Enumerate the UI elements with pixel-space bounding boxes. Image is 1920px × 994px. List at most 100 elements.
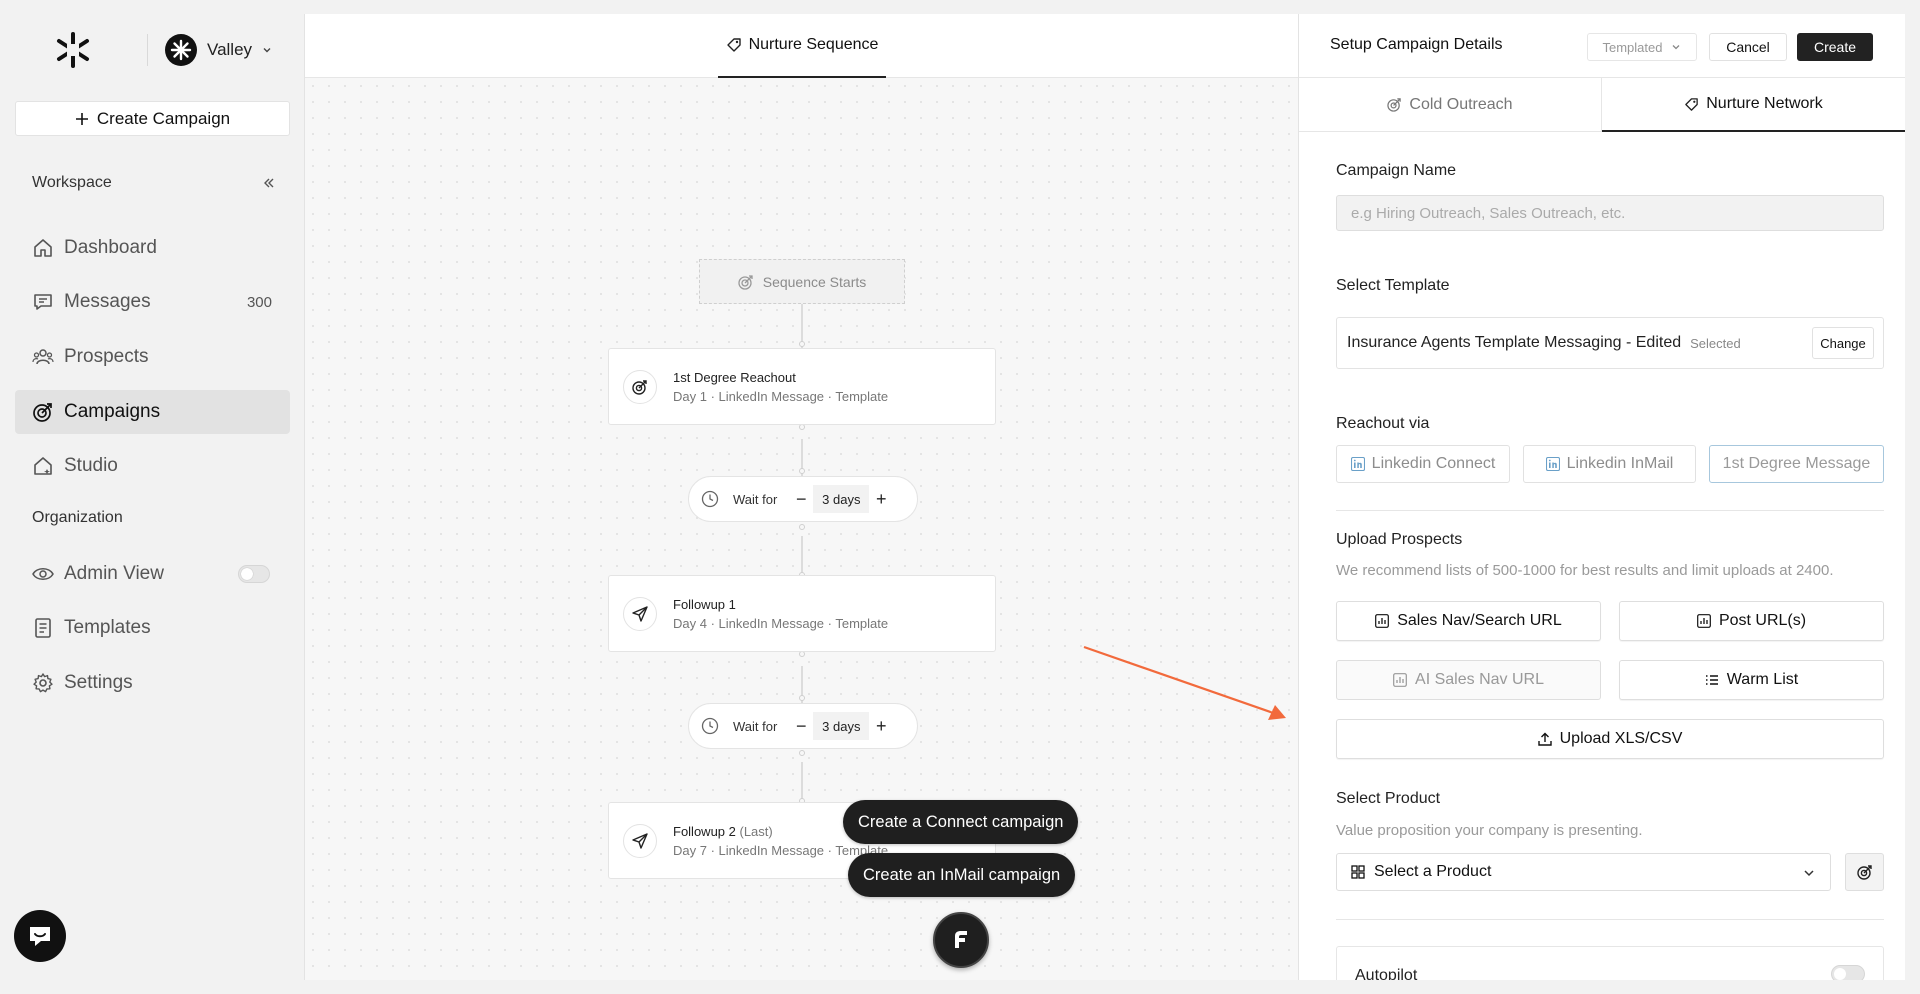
select-product-hint: Value proposition your company is presen… xyxy=(1336,822,1643,839)
chart-icon xyxy=(1697,614,1711,628)
app-logo-icon[interactable] xyxy=(54,31,92,69)
campaign-type-tabs: Cold Outreach Nurture Network xyxy=(1299,78,1905,132)
tab-nurture-sequence[interactable]: Nurture Sequence xyxy=(718,14,886,78)
admin-view-toggle[interactable] xyxy=(238,565,270,583)
sales-nav-search-url-button[interactable]: Sales Nav/Search URL xyxy=(1336,601,1601,641)
home-icon xyxy=(34,239,52,257)
canvas-tab-label: Nurture Sequence xyxy=(748,36,879,53)
sidebar-item-prospects[interactable]: Prospects xyxy=(15,335,290,379)
button-label: Post URL(s) xyxy=(1718,612,1807,629)
connector-dot xyxy=(799,750,805,756)
wait-step: Wait for − 3 days + xyxy=(688,703,918,749)
step-card[interactable]: 1st Degree Reachout Day 1 · LinkedIn Mes… xyxy=(608,348,996,425)
reachout-1st-degree-message[interactable]: 1st Degree Message xyxy=(1709,445,1884,483)
sidebar-item-admin-view[interactable]: Admin View xyxy=(15,552,290,596)
wait-days-value[interactable]: 3 days xyxy=(813,485,870,513)
sidebar-item-templates[interactable]: Templates xyxy=(15,606,290,650)
sidebar-item-label: Admin View xyxy=(64,563,164,584)
create-inmail-campaign-button[interactable]: Create an InMail campaign xyxy=(848,853,1076,897)
sequence-start-label: Sequence Starts xyxy=(762,273,867,290)
sidebar-item-messages[interactable]: Messages 300 xyxy=(15,280,290,324)
chevron-down-icon xyxy=(1804,870,1814,877)
ai-sales-nav-url-button[interactable]: AI Sales Nav URL xyxy=(1336,660,1601,700)
sequence-start-node[interactable]: Sequence Starts xyxy=(699,259,905,304)
reachout-linkedin-connect[interactable]: Linkedin Connect xyxy=(1336,445,1510,483)
canvas-header: Nurture Sequence xyxy=(305,14,1298,78)
organization-label: Organization xyxy=(32,509,123,526)
autopilot-toggle[interactable] xyxy=(1831,965,1865,980)
app-mark-icon xyxy=(955,931,967,948)
tag-icon xyxy=(1685,97,1699,111)
sidebar-item-label: Messages xyxy=(64,291,151,312)
sidebar: Valley Create Campaign Workspace Dashboa… xyxy=(0,0,304,994)
increase-days-button[interactable]: + xyxy=(869,711,893,741)
logo-divider xyxy=(147,34,148,66)
plus-icon xyxy=(75,112,88,125)
support-chat-button[interactable] xyxy=(14,910,66,962)
org-switcher[interactable]: Valley xyxy=(165,33,272,67)
template-mode-select[interactable]: Templated xyxy=(1587,33,1697,61)
org-avatar xyxy=(165,34,197,66)
quick-create-fab[interactable] xyxy=(933,912,989,968)
upload-xls-csv-button[interactable]: Upload XLS/CSV xyxy=(1336,719,1884,759)
wait-days-value[interactable]: 3 days xyxy=(813,712,870,740)
post-urls-button[interactable]: Post URL(s) xyxy=(1619,601,1884,641)
decrease-days-button[interactable]: − xyxy=(789,711,813,741)
warm-list-button[interactable]: Warm List xyxy=(1619,660,1884,700)
step-title: 1st Degree Reachout xyxy=(673,369,796,385)
send-icon xyxy=(623,823,657,858)
upload-prospects-label: Upload Prospects xyxy=(1336,531,1463,548)
connector-dot xyxy=(799,341,805,347)
cancel-button[interactable]: Cancel xyxy=(1709,33,1787,61)
sidebar-item-dashboard[interactable]: Dashboard xyxy=(15,226,290,270)
tag-icon xyxy=(726,38,741,52)
tab-nurture-network[interactable]: Nurture Network xyxy=(1602,78,1905,132)
page-scrollbar[interactable] xyxy=(1905,14,1920,980)
document-icon xyxy=(35,618,51,638)
reachout-linkedin-inmail[interactable]: Linkedin InMail xyxy=(1523,445,1696,483)
edit-product-button[interactable] xyxy=(1845,853,1884,891)
gear-icon xyxy=(33,673,53,693)
campaign-name-input[interactable] xyxy=(1336,195,1884,231)
decrease-days-button[interactable]: − xyxy=(789,484,813,514)
chart-icon xyxy=(1375,614,1390,628)
studio-icon xyxy=(34,457,52,475)
change-template-button[interactable]: Change xyxy=(1812,327,1874,359)
create-connect-campaign-button[interactable]: Create a Connect campaign xyxy=(843,800,1079,844)
sidebar-item-label: Settings xyxy=(64,672,133,693)
sidebar-item-settings[interactable]: Settings xyxy=(15,661,290,705)
list-icon xyxy=(1705,675,1718,685)
autopilot-label: Autopilot xyxy=(1355,967,1418,980)
panel-header: Setup Campaign Details Templated Cancel … xyxy=(1299,14,1905,78)
tab-label: Nurture Network xyxy=(1706,95,1823,112)
sidebar-item-studio[interactable]: Studio xyxy=(15,444,290,488)
button-label: AI Sales Nav URL xyxy=(1415,671,1544,688)
chat-icon xyxy=(30,927,50,946)
sidebar-item-campaigns[interactable]: Campaigns xyxy=(15,390,290,434)
sidebar-item-label: Templates xyxy=(64,617,151,638)
chevron-down-icon xyxy=(263,48,271,53)
tab-label: Cold Outreach xyxy=(1409,95,1513,113)
increase-days-button[interactable]: + xyxy=(869,484,893,514)
tab-cold-outreach[interactable]: Cold Outreach xyxy=(1299,78,1602,132)
step-title: Followup 1 xyxy=(673,596,736,612)
collapse-sidebar-icon[interactable] xyxy=(258,172,280,194)
chevron-down-icon xyxy=(1673,45,1680,50)
reachout-via-label: Reachout via xyxy=(1336,415,1430,432)
sequence-canvas[interactable]: Nurture Sequence Sequence Starts 1st Deg… xyxy=(304,14,1298,980)
org-name: Valley xyxy=(207,40,253,59)
create-button[interactable]: Create xyxy=(1797,33,1873,61)
step-card[interactable]: Followup 1 Day 4 · LinkedIn Message · Te… xyxy=(608,575,996,652)
target-icon xyxy=(1387,98,1402,112)
connector-dot xyxy=(799,695,805,701)
create-campaign-button[interactable]: Create Campaign xyxy=(15,101,290,136)
button-label: Upload XLS/CSV xyxy=(1559,730,1683,747)
button-label: Warm List xyxy=(1726,671,1799,688)
step-subtitle: Day 7 · LinkedIn Message · Template xyxy=(673,842,889,858)
create-campaign-label: Create Campaign xyxy=(96,108,231,128)
step-subtitle: Day 4 · LinkedIn Message · Template xyxy=(673,615,889,631)
product-select[interactable]: Select a Product xyxy=(1336,853,1831,891)
eye-icon xyxy=(32,568,54,580)
target-icon xyxy=(623,369,657,404)
linkedin-icon xyxy=(1350,457,1365,471)
